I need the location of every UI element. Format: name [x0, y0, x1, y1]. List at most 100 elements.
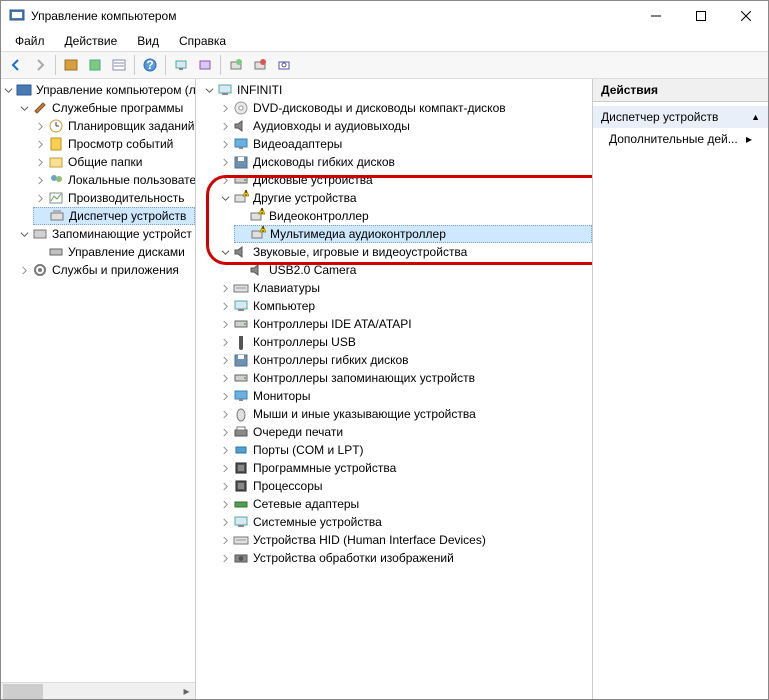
chevron-right-icon[interactable] — [218, 353, 232, 367]
chevron-right-icon[interactable] — [33, 119, 47, 133]
chevron-right-icon[interactable] — [218, 371, 232, 385]
chevron-right-icon[interactable] — [218, 389, 232, 403]
chevron-right-icon[interactable] — [218, 479, 232, 493]
tree-label: DVD-дисководы и дисководы компакт-дисков — [253, 101, 506, 115]
device-root[interactable]: INFINITI — [202, 81, 592, 99]
maximize-button[interactable] — [678, 1, 723, 31]
tree-disk-mgmt[interactable]: Управление дисками — [33, 243, 195, 261]
menu-view[interactable]: Вид — [129, 32, 167, 50]
chevron-down-icon[interactable] — [218, 191, 232, 205]
menu-file[interactable]: Файл — [7, 32, 53, 50]
chevron-right-icon[interactable] — [218, 443, 232, 457]
menu-action[interactable]: Действие — [57, 32, 126, 50]
actions-more[interactable]: Дополнительные дей... ▸ — [593, 128, 768, 150]
dev-device-icon[interactable] — [194, 54, 216, 76]
chevron-right-icon[interactable] — [218, 551, 232, 565]
chevron-down-icon[interactable] — [202, 83, 216, 97]
driver-scan-icon[interactable] — [273, 54, 295, 76]
dev-computer-icon[interactable] — [170, 54, 192, 76]
device-icon — [233, 100, 249, 116]
device-computer[interactable]: Компьютер — [218, 297, 592, 315]
tree-system-tools[interactable]: Служебные программы — [17, 99, 195, 117]
chevron-right-icon[interactable] — [218, 461, 232, 475]
chevron-down-icon[interactable] — [17, 227, 31, 241]
view-list-icon[interactable] — [108, 54, 130, 76]
chevron-right-icon[interactable] — [218, 101, 232, 115]
back-button[interactable] — [5, 54, 27, 76]
tree-shared[interactable]: Общие папки — [33, 153, 195, 171]
device-imaging[interactable]: Устройства обработки изображений — [218, 549, 592, 567]
tree-perf[interactable]: Производительность — [33, 189, 195, 207]
chevron-right-icon[interactable] — [33, 155, 47, 169]
tree-device-manager[interactable]: Диспетчер устройств — [33, 207, 195, 225]
device-software[interactable]: Программные устройства — [218, 459, 592, 477]
chevron-right-icon[interactable] — [218, 515, 232, 529]
device-ports[interactable]: Порты (COM и LPT) — [218, 441, 592, 459]
chevron-down-icon[interactable] — [17, 101, 31, 115]
device-hid[interactable]: Устройства HID (Human Interface Devices) — [218, 531, 592, 549]
device-usbcam[interactable]: USB2.0 Camera — [234, 261, 592, 279]
chevron-right-icon[interactable] — [218, 281, 232, 295]
device-system[interactable]: Системные устройства — [218, 513, 592, 531]
device-floppy[interactable]: Дисководы гибких дисков — [218, 153, 592, 171]
device-disk[interactable]: Дисковые устройства — [218, 171, 592, 189]
chevron-right-icon[interactable] — [218, 317, 232, 331]
device-vcontroller[interactable]: !Видеоконтроллер — [234, 207, 592, 225]
driver-uninstall-icon[interactable] — [249, 54, 271, 76]
tree-root-computer-mgmt[interactable]: Управление компьютером (л — [1, 81, 195, 99]
chevron-right-icon[interactable] — [218, 533, 232, 547]
device-keyboard[interactable]: Клавиатуры — [218, 279, 592, 297]
menu-help[interactable]: Справка — [171, 32, 234, 50]
device-printq[interactable]: Очереди печати — [218, 423, 592, 441]
driver-update-icon[interactable] — [225, 54, 247, 76]
chevron-right-icon[interactable] — [218, 173, 232, 187]
chevron-right-icon[interactable] — [33, 137, 47, 151]
device-multimedia[interactable]: !Мультимедиа аудиоконтроллер — [234, 225, 592, 243]
chevron-down-icon[interactable] — [218, 245, 232, 259]
minimize-button[interactable] — [633, 1, 678, 31]
tree-label: Диспетчер устройств — [69, 209, 186, 223]
scrollbar-thumb[interactable] — [3, 684, 43, 699]
device-other[interactable]: !Другие устройства — [218, 189, 592, 207]
horizontal-scrollbar[interactable]: ▸ — [1, 682, 195, 699]
forward-button[interactable] — [29, 54, 51, 76]
device-floppyCtrl[interactable]: Контроллеры гибких дисков — [218, 351, 592, 369]
properties-button[interactable] — [84, 54, 106, 76]
tree-users[interactable]: Локальные пользовате — [33, 171, 195, 189]
tree-events[interactable]: Просмотр событий — [33, 135, 195, 153]
device-network[interactable]: Сетевые адаптеры — [218, 495, 592, 513]
chevron-down-icon[interactable] — [1, 83, 15, 97]
actions-section-title[interactable]: Диспетчер устройств ▲ — [593, 106, 768, 128]
device-audio[interactable]: Аудиовходы и аудиовыходы — [218, 117, 592, 135]
chevron-right-icon[interactable] — [218, 425, 232, 439]
device-icon — [233, 460, 249, 476]
device-icon: ! — [233, 190, 249, 206]
chevron-right-icon[interactable] — [218, 407, 232, 421]
help-button[interactable]: ? — [139, 54, 161, 76]
chevron-right-icon[interactable] — [218, 137, 232, 151]
chevron-right-icon[interactable] — [33, 173, 47, 187]
device-ide[interactable]: Контроллеры IDE ATA/ATAPI — [218, 315, 592, 333]
device-sound[interactable]: Звуковые, игровые и видеоустройства — [218, 243, 592, 261]
chevron-right-icon[interactable] — [17, 263, 31, 277]
device-icon — [233, 496, 249, 512]
mmc-snapin-icon[interactable] — [60, 54, 82, 76]
device-cpu[interactable]: Процессоры — [218, 477, 592, 495]
tree-storage[interactable]: Запоминающие устройст — [17, 225, 195, 243]
chevron-right-icon[interactable] — [218, 119, 232, 133]
chevron-right-icon[interactable] — [218, 299, 232, 313]
tree-scheduler[interactable]: Планировщик заданий — [33, 117, 195, 135]
device-mouse[interactable]: Мыши и иные указывающие устройства — [218, 405, 592, 423]
device-video[interactable]: Видеоадаптеры — [218, 135, 592, 153]
chevron-right-icon[interactable] — [218, 335, 232, 349]
chevron-right-icon[interactable] — [218, 497, 232, 511]
chevron-right-icon[interactable] — [218, 155, 232, 169]
scroll-right-arrow[interactable]: ▸ — [178, 684, 195, 699]
device-dvd[interactable]: DVD-дисководы и дисководы компакт-дисков — [218, 99, 592, 117]
close-button[interactable] — [723, 1, 768, 31]
tree-services-apps[interactable]: Службы и приложения — [17, 261, 195, 279]
device-monitor[interactable]: Мониторы — [218, 387, 592, 405]
device-usb[interactable]: Контроллеры USB — [218, 333, 592, 351]
device-storageCtrl[interactable]: Контроллеры запоминающих устройств — [218, 369, 592, 387]
chevron-right-icon[interactable] — [33, 191, 47, 205]
